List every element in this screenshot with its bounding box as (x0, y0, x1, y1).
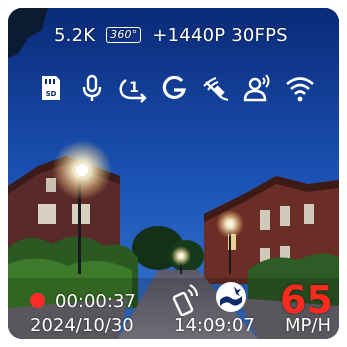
resolution-main: 5.2K (54, 24, 96, 46)
wifi-icon (286, 77, 314, 102)
camera-viewfinder: 5.2K 360° +1440P 30FPS SD 1 00:00:37 65 … (8, 8, 339, 339)
resolution-secondary: +1440P 30FPS (152, 24, 288, 46)
parking-mode-icon (216, 282, 246, 312)
svg-text:1: 1 (129, 80, 139, 96)
microphone-icon (82, 74, 102, 101)
recording-indicator (30, 293, 45, 308)
status-icons-row: SD 1 (34, 72, 324, 106)
g-sensor-icon (162, 75, 187, 100)
time-stamp: 14:09:07 (174, 315, 255, 336)
date-stamp: 2024/10/30 (30, 315, 134, 336)
gps-satellite-icon (203, 77, 229, 101)
sd-card-icon: SD (42, 76, 60, 100)
phone-connection-icon (172, 284, 198, 316)
speed-unit: MP/H (285, 315, 331, 336)
voice-control-icon (243, 74, 270, 102)
svg-text:SD: SD (46, 90, 57, 98)
loop-recording-1-icon: 1 (119, 79, 147, 103)
recording-timer: 00:00:37 (55, 291, 136, 312)
360-badge: 360° (106, 27, 142, 43)
resolution-label: 5.2K 360° +1440P 30FPS (54, 24, 288, 46)
